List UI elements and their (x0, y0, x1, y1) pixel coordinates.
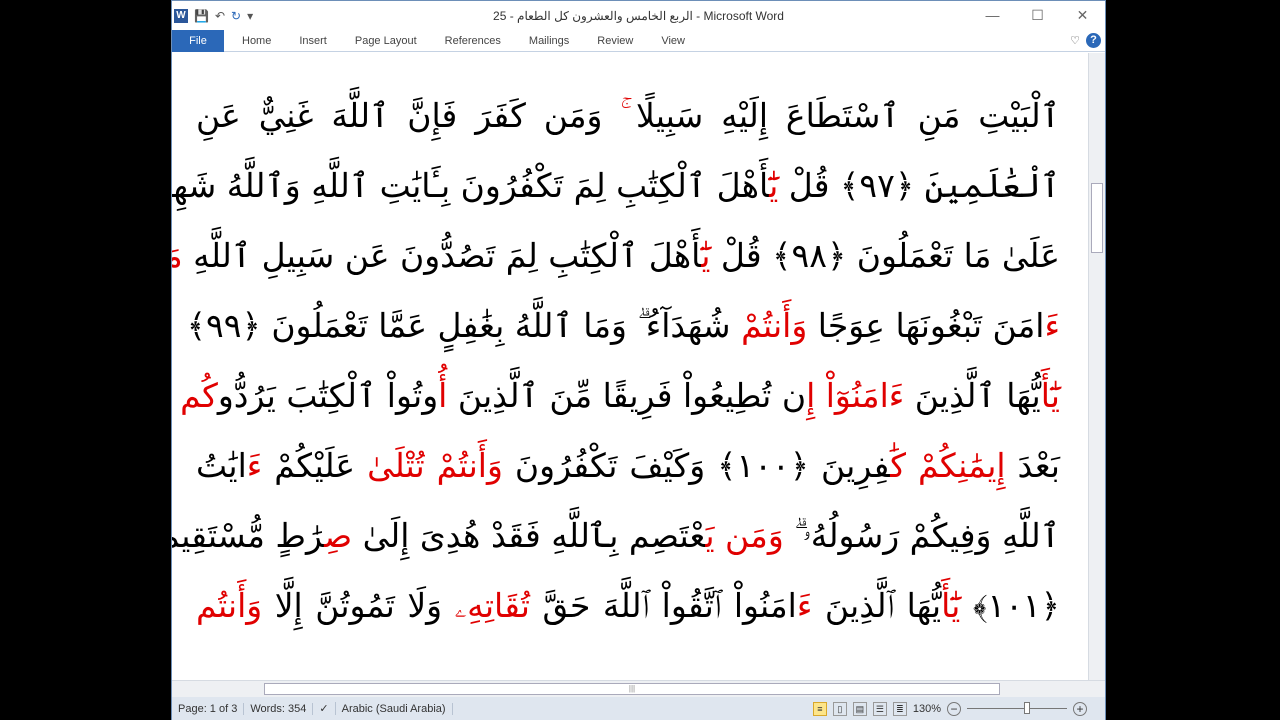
red-text-segment: ۚ (602, 96, 636, 135)
proofing-icon[interactable]: ✓ (313, 702, 336, 715)
text-segment: ٱلْبَيْتِ مَنِ ٱسْتَطَاعَ إِلَيْهِ سَبِي… (636, 96, 1060, 135)
text-segment: عْتَصِم بِٱللَّهِ فَقَدْ هُدِىَ إِلَىٰ (352, 516, 706, 555)
text-segment: وَمَن كَفَرَ فَإِنَّ ٱللَّهَ غَنِيٌّ عَن… (196, 96, 603, 135)
title-bar: W 💾 ↶ ↻ ▾ 25 - الربع الخامس والعشرون كل … (172, 1, 1105, 30)
tab-references[interactable]: References (431, 35, 515, 47)
red-text-segment: يَٰٓأَ (1040, 376, 1060, 415)
text-line: ٱلْبَيْتِ مَنِ ٱسْتَطَاعَ إِلَيْهِ سَبِي… (196, 91, 1060, 141)
red-text-segment: وَأَنتُم (196, 586, 263, 625)
quick-access-toolbar: W 💾 ↶ ↻ ▾ (172, 8, 253, 23)
text-segment: امَنُواْ ٱتَّقُواْ ٱللَّهَ حَقَّ (529, 586, 797, 625)
text-segment: يُّهَا ٱلَّذِينَ (812, 586, 942, 625)
tab-home[interactable]: Home (228, 35, 285, 47)
help-button[interactable]: ? (1086, 33, 1101, 48)
text-segment: ﴿١٠١﴾ (960, 586, 1061, 625)
text-segment: ايَٰتُ (196, 446, 247, 485)
save-icon[interactable]: 💾 (194, 9, 209, 23)
redo-icon[interactable]: ↻ (231, 9, 241, 23)
close-button[interactable]: ✕ (1060, 7, 1105, 24)
text-segment: ٱلْعَٰلَمِينَ ﴿٩٧﴾ قُلْ (778, 166, 1060, 205)
red-text-segment: ءَ (246, 446, 263, 485)
zoom-slider[interactable] (967, 702, 1067, 714)
red-text-segment: كُم (180, 376, 218, 415)
zoom-slider-knob[interactable] (1024, 702, 1030, 714)
text-line: يَٰٓأَيُّهَا ٱلَّذِينَ ءَامَنُوٓاْ إِن ت… (180, 371, 1060, 421)
word-count[interactable]: Words: 354 (244, 702, 314, 715)
text-segment: بَعْدَ (1005, 446, 1060, 485)
text-segment: ٱللَّهِ وَفِيكُمْ رَسُولُهُۥ ۗ (783, 516, 1060, 555)
undo-icon[interactable]: ↶ (215, 9, 225, 23)
red-text-segment: يَٰٓ (769, 166, 779, 205)
text-line: ﴿١٠١﴾ يَٰٓأَيُّهَا ٱلَّذِينَ ءَامَنُواْ … (196, 581, 1060, 631)
document-area[interactable]: ٱلْبَيْتِ مَنِ ٱسْتَطَاعَ إِلَيْهِ سَبِي… (172, 53, 1088, 680)
tab-view[interactable]: View (647, 35, 699, 47)
red-text-segment: تُقَاتِهِۦ (454, 586, 530, 625)
text-line: ٱللَّهِ وَفِيكُمْ رَسُولُهُۥ ۗ وَمَن يَع… (172, 511, 1060, 561)
text-segment: أَهْلَ ٱلْكِتَٰبِ لِمَ تَكْفُرُونَ بِـَٔ… (172, 166, 770, 205)
text-segment: أَهْلَ ٱلْكِتَٰبِ لِمَ تَصُدُّونَ عَن سَ… (182, 236, 702, 275)
text-line: ءَامَنَ تَبْغُونَهَا عِوَجًا وَأَنتُمْ ش… (187, 301, 1060, 351)
zoom-level[interactable]: 130% (913, 703, 941, 715)
web-layout-icon[interactable]: ▤ (852, 701, 867, 716)
window-title: 25 - الربع الخامس والعشرون كل الطعام - M… (493, 8, 784, 23)
text-segment: امَنَ تَبْغُونَهَا عِوَجًا (807, 306, 1045, 345)
text-segment: يُّهَا ٱلَّذِينَ (904, 376, 1041, 415)
language-indicator[interactable]: Arabic (Saudi Arabia) (336, 702, 453, 715)
tab-insert[interactable]: Insert (285, 35, 341, 47)
red-text-segment: ءَ (796, 586, 813, 625)
full-screen-reading-icon[interactable]: ▯ (832, 701, 847, 716)
red-text-segment: صِ (324, 516, 353, 555)
text-segment (425, 446, 437, 485)
horizontal-scrollbar[interactable]: ||| (172, 680, 1105, 697)
tab-review[interactable]: Review (583, 35, 647, 47)
draft-view-icon[interactable]: ≣ (892, 701, 907, 716)
text-segment: وَلَا تَمُوتُنَّ إِلَّا (262, 586, 455, 625)
tab-file[interactable]: File (172, 29, 224, 52)
text-line: عَلَىٰ مَا تَعْمَلُونَ ﴿٩٨﴾ قُلْ يَٰٓأَه… (172, 231, 1060, 281)
outline-view-icon[interactable]: ☰ (872, 701, 887, 716)
red-text-segment: إِيمَٰنِكُمْ كَٰ (890, 446, 1006, 485)
maximize-button[interactable]: ☐ (1015, 7, 1060, 24)
text-segment: وتُواْ ٱلْكِتَٰبَ يَرُدُّو (217, 376, 439, 415)
text-segment: ن تُطِيعُواْ فَرِيقًا مِّنَ ٱلَّذِينَ (447, 376, 807, 415)
red-text-segment: وَأَنتُمْ (741, 306, 808, 345)
word-logo-icon: W (174, 8, 188, 23)
vertical-scrollbar[interactable] (1088, 53, 1105, 680)
text-line: ٱلْعَٰلَمِينَ ﴿٩٧﴾ قُلْ يَٰٓأَهْلَ ٱلْكِ… (172, 161, 1060, 211)
text-segment: شُهَدَآءُ ۗ وَمَا ٱللَّهُ بِغَٰفِلٍ عَمَ… (186, 306, 742, 345)
print-layout-view-icon[interactable]: ≡ (812, 701, 827, 716)
text-segment: عَلَىٰ مَا تَعْمَلُونَ ﴿٩٨﴾ قُلْ (710, 236, 1060, 275)
word-window: W 💾 ↶ ↻ ▾ 25 - الربع الخامس والعشرون كل … (171, 0, 1106, 720)
zoom-in-button[interactable]: + (1073, 701, 1087, 716)
page-count[interactable]: Page: 1 of 3 (172, 702, 245, 715)
text-segment: عَلَيْكُمْ (262, 446, 368, 485)
horizontal-scroll-thumb[interactable]: ||| (264, 683, 1000, 695)
red-text-segment: ءَامَنُوٓاْ إِ (806, 376, 905, 415)
tab-mailings[interactable]: Mailings (515, 35, 583, 47)
red-text-segment: وَمَن يَ (705, 516, 784, 555)
customize-toolbar-icon[interactable]: ▾ (247, 9, 253, 23)
red-text-segment: وَأَنتُمْ (436, 446, 503, 485)
red-text-segment: أُ (438, 376, 448, 415)
text-line: بَعْدَ إِيمَٰنِكُمْ كَٰفِرِينَ ﴿١٠٠﴾ وَك… (196, 441, 1060, 491)
tab-page-layout[interactable]: Page Layout (341, 35, 431, 47)
zoom-out-button[interactable]: − (947, 701, 961, 716)
text-segment: رَٰطٍ مُّسْتَقِيمٍ (172, 516, 325, 555)
minimize-button[interactable]: — (970, 7, 1015, 24)
red-text-segment: ءَ (1044, 306, 1060, 345)
red-text-segment: تُتْلَىٰ (367, 446, 425, 485)
vertical-scroll-thumb[interactable] (1091, 183, 1103, 253)
status-bar: Page: 1 of 3 Words: 354 ✓ Arabic (Saudi … (172, 697, 1105, 720)
ribbon-tabs: File Home Insert Page Layout References … (172, 29, 1105, 52)
text-segment: فِرِينَ ﴿١٠٠﴾ وَكَيْفَ تَكْفُرُونَ (502, 446, 891, 485)
red-text-segment: مَنْ (172, 236, 183, 275)
red-text-segment: يَٰٓأَ (941, 586, 961, 625)
expand-ribbon-icon[interactable]: ♡ (1070, 34, 1080, 47)
